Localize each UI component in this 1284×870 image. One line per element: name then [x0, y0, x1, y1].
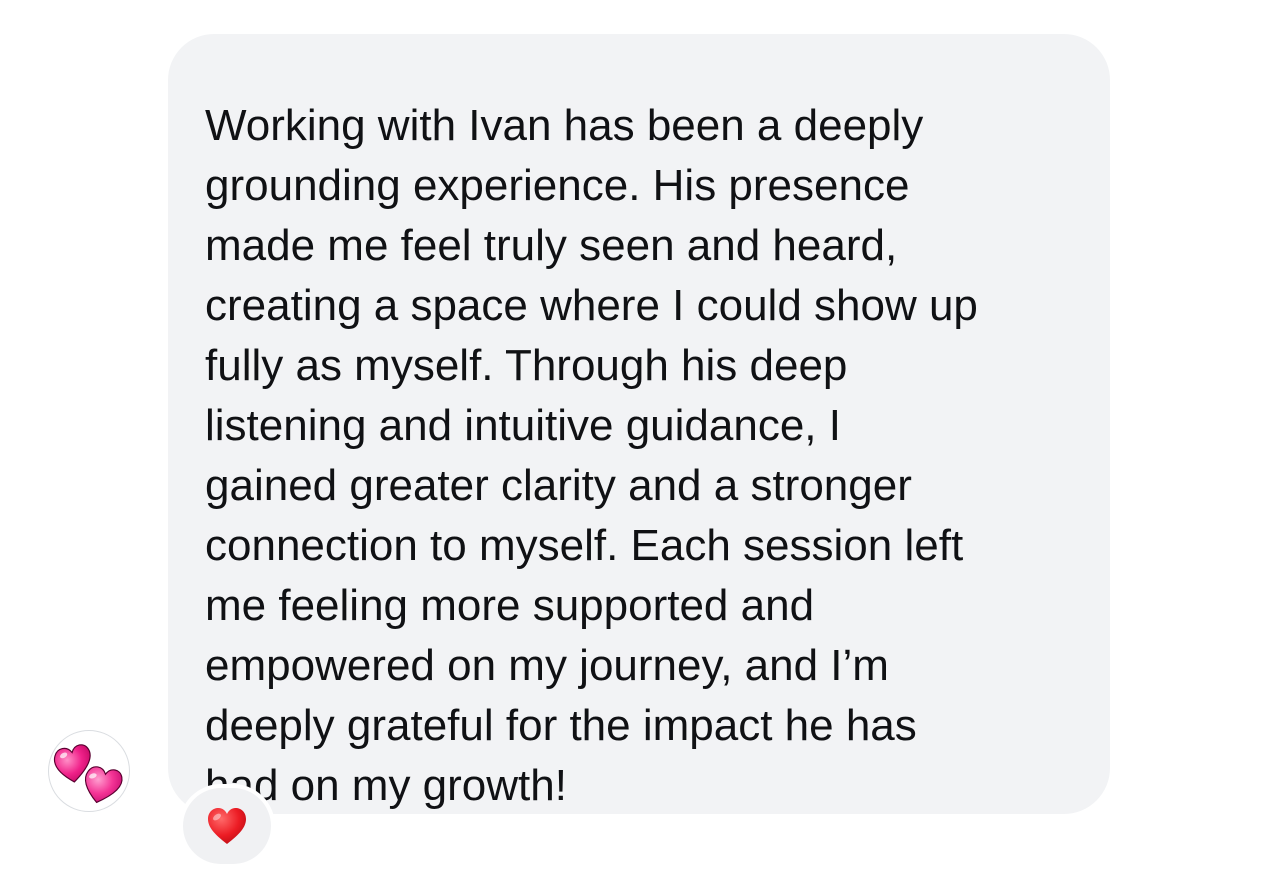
message-line: connection to myself. Each session left	[205, 521, 964, 570]
message-line: fully as myself. Through his deep	[205, 341, 848, 390]
message-line: Working with Ivan has been a deeply	[205, 101, 924, 150]
message-line: creating a space where I could show up	[205, 281, 978, 330]
sender-avatar[interactable]	[48, 730, 130, 812]
message-line: me feeling more supported and	[205, 581, 815, 630]
message-text: Working with Ivan has been a deeply grou…	[205, 96, 1080, 816]
reaction-badge[interactable]	[183, 788, 271, 864]
message-line: gained greater clarity and a stronger	[205, 461, 912, 510]
message-line: made me feel truly seen and heard,	[205, 221, 898, 270]
red-heart-icon	[208, 808, 246, 844]
message-line: grounding experience. His presence	[205, 161, 910, 210]
two-hearts-icon	[53, 744, 123, 804]
message-line: empowered on my journey, and I’m	[205, 641, 889, 690]
message-bubble[interactable]: Working with Ivan has been a deeply grou…	[168, 34, 1110, 814]
message-line: listening and intuitive guidance, I	[205, 401, 841, 450]
message-line: had on my growth!	[205, 761, 567, 810]
message-line: deeply grateful for the impact he has	[205, 701, 917, 750]
